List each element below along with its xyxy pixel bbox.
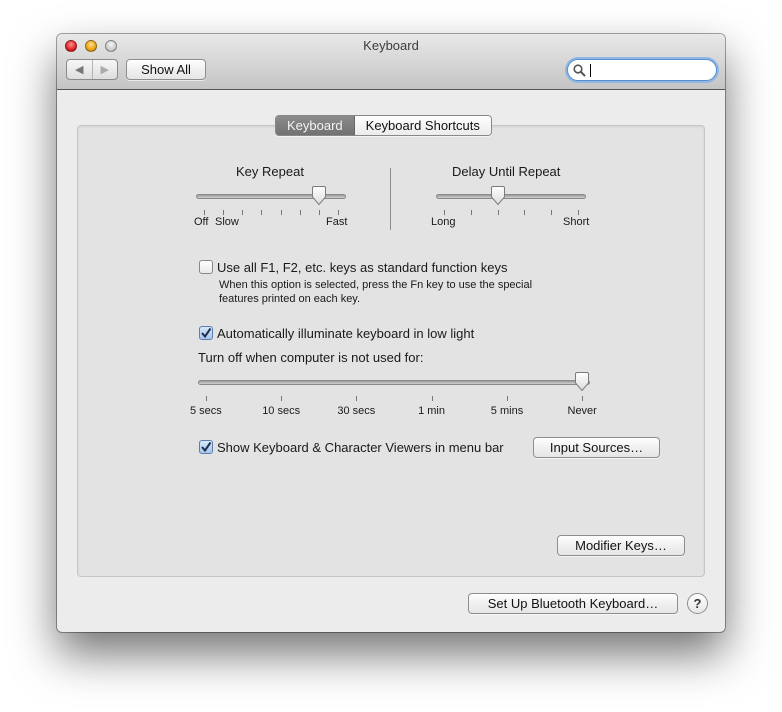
delay-until-repeat-tick: [578, 210, 579, 215]
illumination-timeout-tick: [582, 396, 583, 401]
key-repeat-tick: [280, 210, 282, 215]
tab-bar: Keyboard Keyboard Shortcuts: [275, 115, 492, 136]
delay-until-repeat-tick: [524, 210, 526, 215]
key-repeat-tick: [338, 210, 339, 215]
illumination-option-label: 5 secs: [190, 405, 222, 417]
illumination-timeout-tick: [206, 396, 207, 401]
function-keys-description-2: features printed on each key.: [219, 293, 361, 305]
key-repeat-off-label: Off: [194, 216, 209, 228]
illumination-option-label: 5 mins: [490, 405, 524, 417]
delay-until-repeat-track[interactable]: [436, 194, 586, 199]
key-repeat-tick: [261, 210, 263, 215]
key-repeat-tick: [242, 210, 244, 215]
text-cursor: [590, 63, 591, 77]
toolbar: Keyboard ◀ ▶ Show All: [57, 34, 725, 90]
illumination-timeout-slider[interactable]: [198, 372, 590, 412]
illumination-option-label: Never: [567, 405, 597, 417]
forward-arrow-icon: ▶: [100, 64, 109, 76]
modifier-keys-button[interactable]: Modifier Keys…: [557, 535, 685, 556]
illumination-timeout-tick: [356, 396, 358, 401]
section-divider: [390, 168, 391, 230]
delay-until-repeat-tick: [444, 210, 445, 215]
input-sources-button[interactable]: Input Sources…: [533, 437, 660, 458]
turn-off-label: Turn off when computer is not used for:: [198, 350, 424, 365]
tab-keyboard[interactable]: Keyboard: [276, 116, 355, 135]
viewers-checkbox[interactable]: [199, 440, 213, 454]
function-keys-description-1: When this option is selected, press the …: [219, 279, 533, 291]
illumination-timeout-tick: [281, 396, 283, 401]
key-repeat-fast-label: Fast: [326, 216, 348, 228]
key-repeat-tick: [318, 210, 320, 215]
back-arrow-icon: ◀: [75, 64, 84, 76]
show-all-button[interactable]: Show All: [126, 59, 206, 80]
forward-button[interactable]: ▶: [91, 60, 118, 79]
window-title: Keyboard: [363, 38, 419, 53]
delay-until-repeat-tick: [497, 210, 499, 215]
key-repeat-tick: [204, 210, 205, 215]
key-repeat-slow-label: Slow: [215, 216, 239, 228]
illumination-timeout-thumb[interactable]: [574, 372, 590, 392]
key-repeat-tick: [223, 210, 225, 215]
help-button[interactable]: ?: [687, 593, 708, 614]
search-icon: [573, 63, 586, 76]
key-repeat-tick: [299, 210, 301, 215]
question-mark-icon: ?: [693, 596, 702, 611]
search-field[interactable]: [567, 59, 717, 81]
illumination-option-label: 30 secs: [337, 405, 376, 417]
checkmark-icon: [201, 327, 212, 339]
delay-long-label: Long: [431, 216, 456, 228]
function-keys-label: Use all F1, F2, etc. keys as standard fu…: [217, 260, 508, 275]
illumination-option-label: 10 secs: [262, 405, 301, 417]
illuminate-label: Automatically illuminate keyboard in low…: [217, 326, 475, 341]
illuminate-checkbox[interactable]: [199, 326, 213, 340]
set-up-bluetooth-keyboard-button[interactable]: Set Up Bluetooth Keyboard…: [468, 593, 678, 614]
keyboard-preferences-window: Keyboard ◀ ▶ Show All Keyboard Keyboard …: [57, 34, 725, 632]
back-forward-control: ◀ ▶: [66, 59, 118, 80]
tab-keyboard-shortcuts[interactable]: Keyboard Shortcuts: [354, 116, 491, 135]
delay-until-repeat-thumb[interactable]: [490, 186, 506, 206]
delay-short-label: Short: [563, 216, 590, 228]
checkmark-icon: [201, 441, 212, 453]
illumination-timeout-track[interactable]: [198, 380, 590, 385]
illumination-option-label: 1 min: [418, 405, 445, 417]
delay-until-repeat-title: Delay Until Repeat: [452, 164, 561, 179]
delay-until-repeat-tick: [470, 210, 472, 215]
key-repeat-title: Key Repeat: [236, 164, 304, 179]
illumination-timeout-tick: [506, 396, 508, 401]
delay-until-repeat-tick: [551, 210, 553, 215]
viewers-label: Show Keyboard & Character Viewers in men…: [217, 440, 504, 455]
function-keys-checkbox[interactable]: [199, 260, 213, 274]
back-button[interactable]: ◀: [67, 60, 92, 79]
illumination-timeout-tick: [431, 396, 433, 401]
key-repeat-thumb[interactable]: [311, 186, 327, 206]
